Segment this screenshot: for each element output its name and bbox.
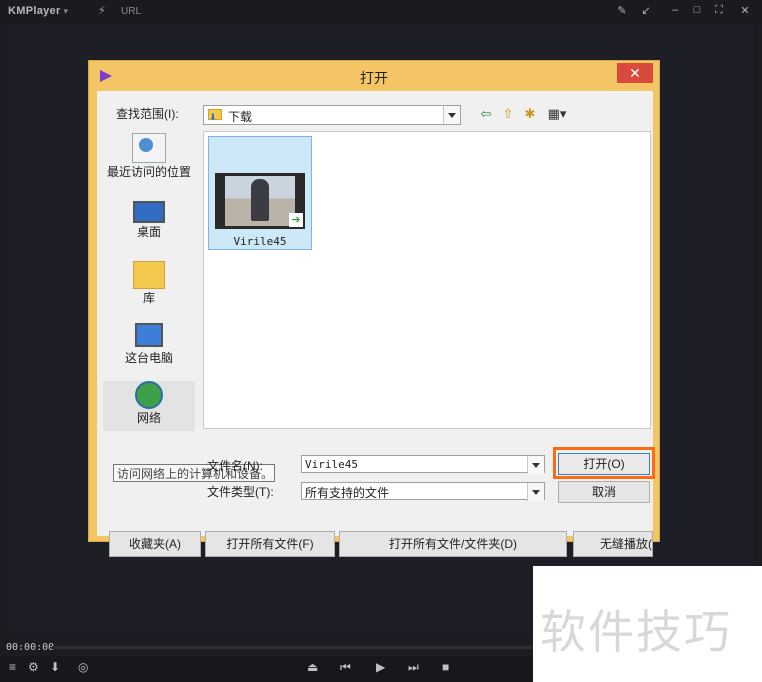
filename-combo[interactable]: Virile45 [301, 455, 545, 474]
vr-icon[interactable]: ◎ [78, 660, 88, 674]
place-label: 网络 [136, 411, 161, 425]
chevron-down-icon[interactable] [527, 483, 544, 501]
app-name: KMPlayer [8, 5, 61, 17]
dialog-body: 查找范围(I): ⬇ 下载 ⇦ ⇧ ✱ ▦▾ 最近访问的位置 桌面 库 这台电脑… [97, 91, 655, 557]
place-label: 桌面 [136, 225, 161, 239]
filename-value: Virile45 [305, 458, 358, 471]
look-in-combo[interactable]: ⬇ 下载 [203, 105, 461, 125]
download-arrow-icon: ⬇ [209, 112, 217, 122]
place-recent[interactable]: 最近访问的位置 [103, 133, 195, 191]
open-button-highlight [553, 447, 655, 479]
fullscreen-icon[interactable]: ⛶ [712, 4, 726, 17]
place-this-pc[interactable]: 这台电脑 [103, 323, 195, 371]
look-in-label: 查找范围(I): [116, 107, 179, 121]
place-desktop[interactable]: 桌面 [103, 201, 195, 245]
lightning-icon[interactable]: ⚡ [98, 4, 106, 17]
back-arrow-icon[interactable]: ⇦ [477, 105, 495, 123]
desktop-icon [133, 201, 165, 223]
minimize-icon[interactable]: – [668, 4, 682, 16]
chevron-down-icon[interactable] [527, 456, 544, 474]
download-icon[interactable]: ⬇ [50, 660, 60, 674]
recent-places-icon [132, 133, 166, 163]
cancel-button[interactable]: 取消 [558, 481, 650, 503]
dialog-title: 打开 [360, 70, 388, 86]
library-icon [133, 261, 165, 289]
time-display: 00:00:00 [6, 642, 55, 653]
stop-icon[interactable]: ■ [442, 660, 449, 674]
previous-icon[interactable]: ⏮ [340, 660, 351, 675]
watermark: 软件技巧 [540, 605, 732, 659]
open-file-dialog: 打开 ✕ 查找范围(I): ⬇ 下载 ⇦ ⇧ ✱ ▦▾ 最近访问的位置 桌面 库… [88, 60, 660, 557]
seamless-play-button[interactable]: 无缝播放( [573, 531, 653, 557]
filetype-combo[interactable]: 所有支持的文件 [301, 482, 545, 501]
file-list[interactable]: ➔ Virile45 [203, 131, 651, 429]
video-file-icon: ➔ [215, 173, 305, 229]
playlist-icon[interactable]: ≡ [9, 660, 16, 674]
place-label: 库 [142, 291, 155, 305]
file-item[interactable]: ➔ Virile45 [208, 136, 312, 250]
look-in-value: 下载 [228, 110, 253, 124]
seek-bar[interactable] [52, 646, 532, 649]
maximize-icon[interactable]: □ [690, 4, 704, 16]
play-icon[interactable]: ▶ [376, 660, 385, 674]
favorites-button[interactable]: 收藏夹(A) [109, 531, 201, 557]
places-bar: 最近访问的位置 桌面 库 这台电脑 网络 [103, 131, 195, 431]
chevron-down-icon[interactable] [443, 106, 460, 124]
close-icon[interactable]: ✕ [738, 4, 752, 17]
filename-label: 文件名(N): [207, 459, 263, 473]
next-icon[interactable]: ⏭ [408, 660, 419, 675]
place-library[interactable]: 库 [103, 261, 195, 307]
thumbnail-person [251, 179, 269, 221]
place-network[interactable]: 网络 [103, 381, 195, 431]
app-logo[interactable]: KMPlayer ▾ [8, 5, 68, 17]
network-icon [135, 381, 163, 409]
computer-icon [135, 323, 163, 347]
place-label: 这台电脑 [124, 351, 173, 365]
settings-icon[interactable]: ⚙ [28, 660, 39, 674]
dialog-close-button[interactable]: ✕ [617, 63, 653, 83]
chevron-down-icon[interactable]: ▾ [64, 6, 69, 16]
shortcut-arrow-icon: ➔ [289, 213, 303, 227]
open-all-files-button[interactable]: 打开所有文件(F) [205, 531, 335, 557]
pin-icon[interactable]: ✎ [615, 4, 629, 17]
up-folder-icon[interactable]: ⇧ [499, 105, 517, 123]
filetype-value: 所有支持的文件 [305, 486, 390, 500]
place-label: 最近访问的位置 [106, 165, 191, 179]
view-menu-icon[interactable]: ▦▾ [545, 105, 569, 123]
minimize-to-tray-icon[interactable]: ↙ [639, 4, 653, 17]
open-all-files-folders-button[interactable]: 打开所有文件/文件夹(D) [339, 531, 567, 557]
file-name: Virile45 [233, 235, 287, 248]
filetype-label: 文件类型(T): [207, 485, 274, 499]
new-folder-icon[interactable]: ✱ [521, 105, 539, 123]
url-button[interactable]: URL [121, 6, 141, 17]
dialog-title-bar[interactable]: 打开 ✕ [89, 61, 659, 91]
eject-icon[interactable]: ⏏ [307, 660, 318, 674]
